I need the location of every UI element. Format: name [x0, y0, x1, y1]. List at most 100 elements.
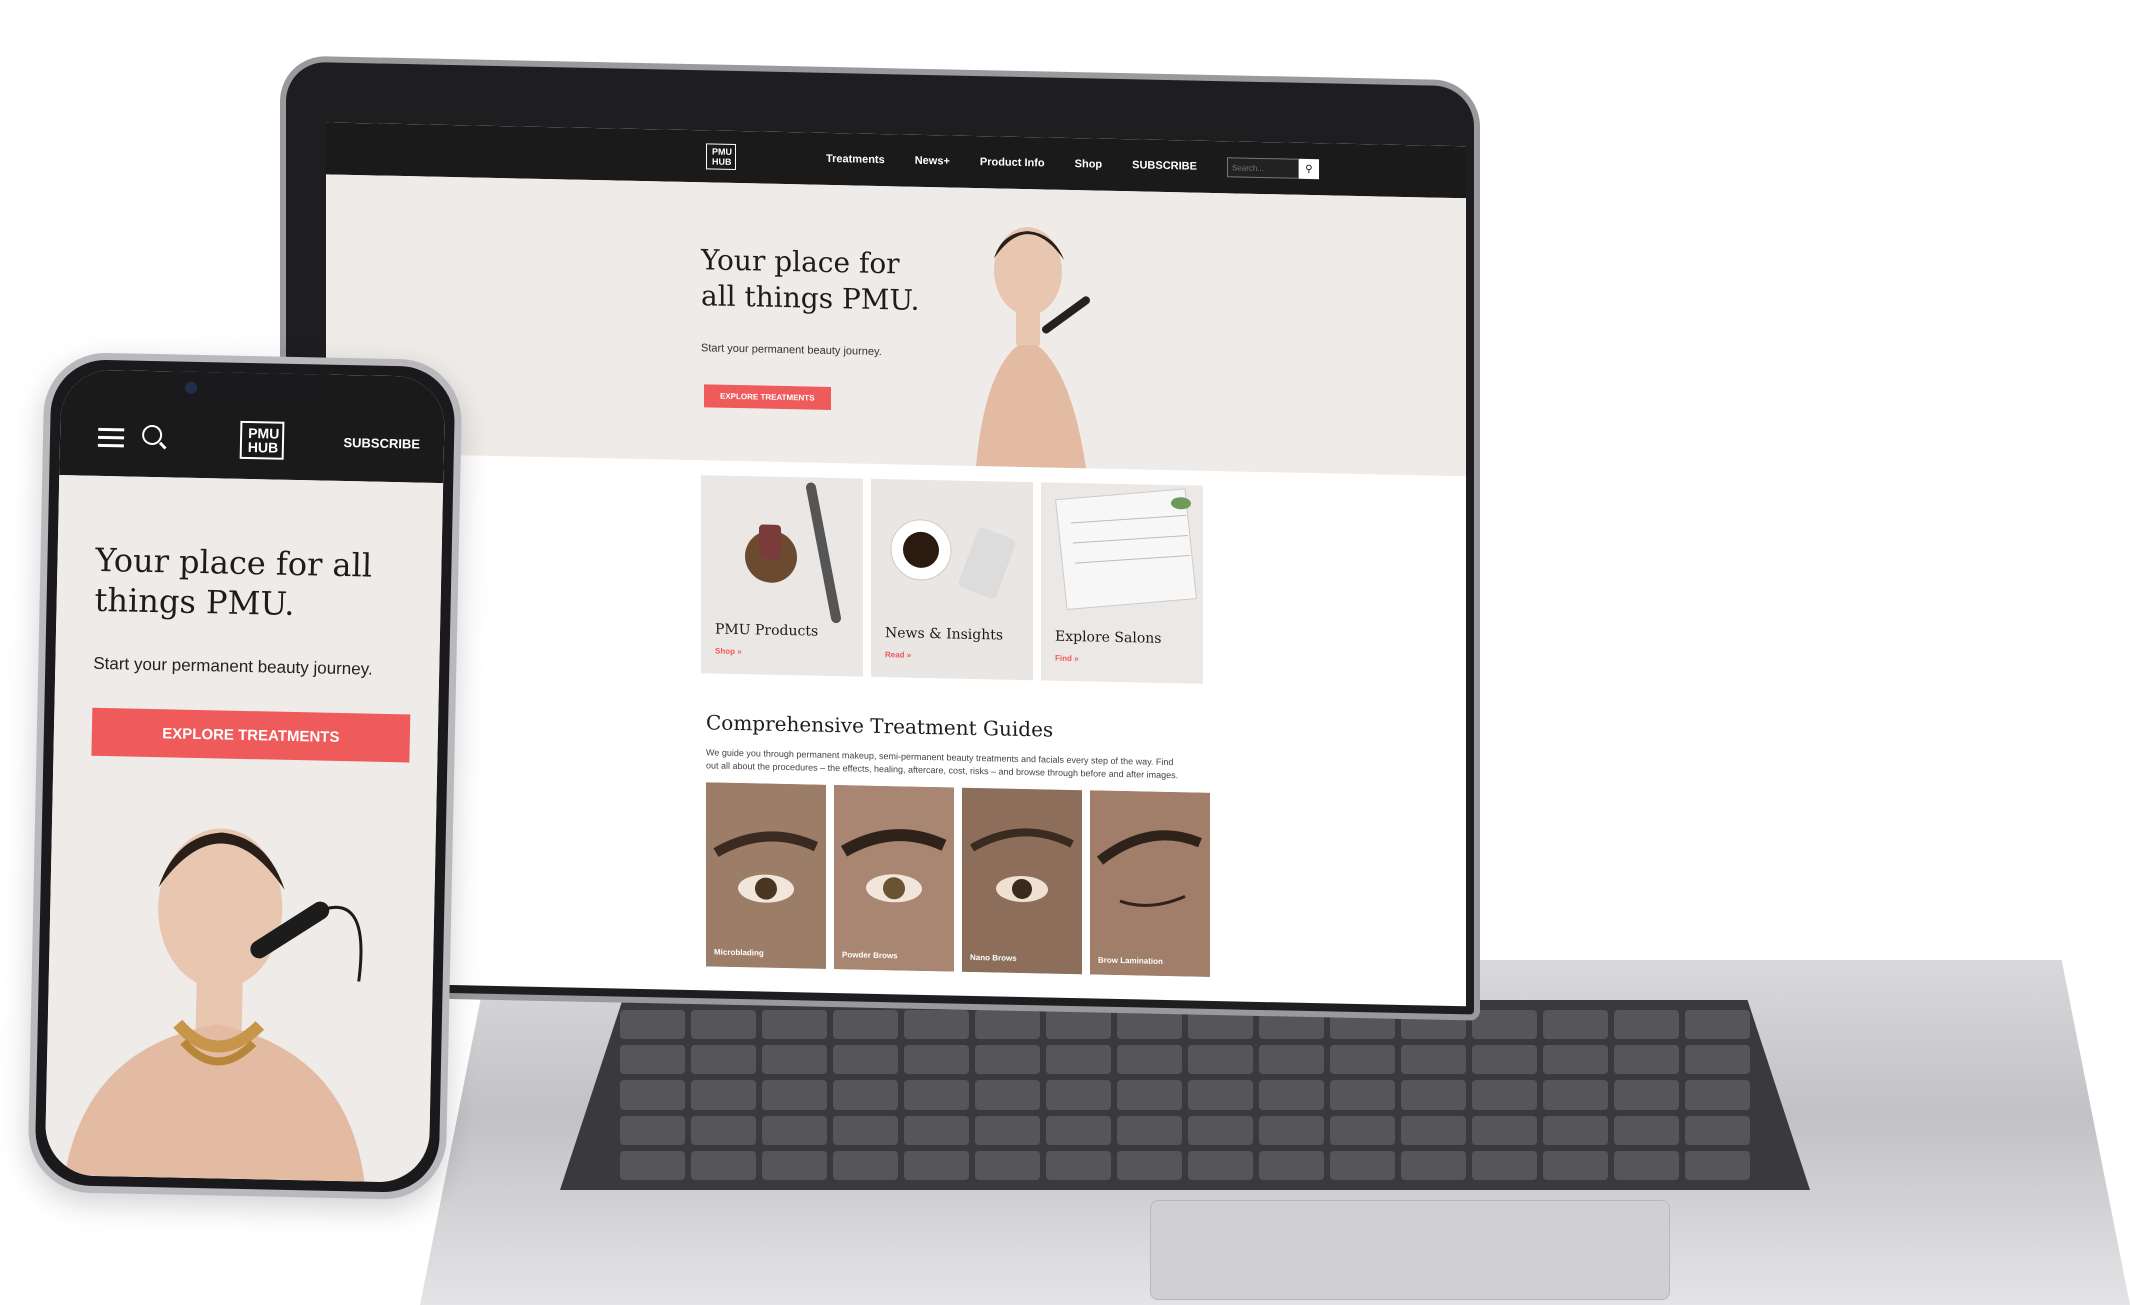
keyboard-key: [833, 1080, 898, 1110]
guide-microblading[interactable]: Microblading: [706, 782, 826, 969]
keyboard-key: [1046, 1150, 1111, 1180]
nav-link-product-info[interactable]: Product Info: [980, 156, 1045, 169]
phone-hero: Your place for all things PMU. Start you…: [44, 475, 444, 1183]
keyboard-key: [1401, 1080, 1466, 1110]
keyboard-key: [1259, 1150, 1324, 1180]
keyboard-key: [1188, 1080, 1253, 1110]
phone-screen: PMU HUB SUBSCRIBE Your place for all thi…: [44, 369, 446, 1183]
keyboard-key: [975, 1045, 1040, 1075]
phone-logo[interactable]: PMU HUB: [239, 420, 285, 460]
keyboard-key: [1472, 1010, 1537, 1040]
laptop-hero-title: Your place for all things PMU.: [701, 243, 920, 317]
keyboard-key: [1614, 1045, 1679, 1075]
keyboard-key: [904, 1045, 969, 1075]
laptop-keyboard: [560, 1000, 1810, 1190]
guide-image: [706, 782, 826, 969]
keyboard-key: [1401, 1115, 1466, 1145]
keyboard-key: [1401, 1150, 1466, 1180]
keyboard-key: [620, 1045, 685, 1075]
guides-title: Comprehensive Treatment Guides: [706, 710, 1054, 742]
hamburger-menu-icon[interactable]: [97, 427, 125, 453]
card-link-read[interactable]: Read »: [885, 650, 911, 660]
keyboard-key: [1046, 1080, 1111, 1110]
guide-label: Brow Lamination: [1098, 955, 1163, 966]
nav-link-subscribe[interactable]: SUBSCRIBE: [1132, 159, 1197, 172]
keyboard-key: [1117, 1115, 1182, 1145]
keyboard-key: [1614, 1115, 1679, 1145]
keyboard-key: [691, 1150, 756, 1180]
keyboard-key: [1117, 1080, 1182, 1110]
nav-link-news[interactable]: News+: [915, 155, 950, 168]
laptop-hero-subtitle: Start your permanent beauty journey.: [701, 342, 882, 359]
keyboard-key: [620, 1115, 685, 1145]
guide-brow-lamination[interactable]: Brow Lamination: [1090, 790, 1210, 977]
keyboard-key: [620, 1150, 685, 1180]
search-icon[interactable]: ⚲: [1298, 158, 1319, 180]
laptop-hero: Your place for all things PMU. Start you…: [326, 174, 1466, 477]
keyboard-key: [1472, 1045, 1537, 1075]
keyboard-key: [1543, 1115, 1608, 1145]
card-explore-salons[interactable]: Explore Salons Find »: [1041, 482, 1203, 684]
laptop-logo[interactable]: PMU HUB: [706, 143, 736, 170]
keyboard-key: [1685, 1010, 1750, 1040]
keyboard-key: [975, 1150, 1040, 1180]
nav-link-treatments[interactable]: Treatments: [826, 153, 885, 166]
guide-powder-brows[interactable]: Powder Brows: [834, 785, 954, 972]
search-icon[interactable]: [141, 424, 163, 446]
keyboard-key: [762, 1115, 827, 1145]
guide-image: [962, 787, 1082, 975]
keyboard-key: [1614, 1010, 1679, 1040]
phone-hero-model-image: [64, 828, 365, 1182]
card-pmu-products[interactable]: PMU Products Shop »: [701, 475, 863, 677]
keyboard-key: [833, 1115, 898, 1145]
laptop-screen: PMU HUB Treatments News+ Product Info Sh…: [326, 122, 1466, 1007]
card-title: PMU Products: [715, 621, 819, 640]
keyboard-key: [762, 1010, 827, 1040]
phone-hero-title: Your place for all things PMU.: [94, 540, 373, 623]
guide-label: Microblading: [714, 947, 764, 958]
laptop-explore-treatments-button[interactable]: EXPLORE TREATMENTS: [704, 384, 831, 410]
laptop-search: ⚲: [1226, 157, 1319, 180]
laptop-trackpad: [1150, 1200, 1670, 1300]
phone-subscribe-link[interactable]: SUBSCRIBE: [343, 435, 420, 452]
laptop-category-cards: PMU Products Shop » News & Insights Read…: [701, 475, 1203, 684]
keyboard-key: [975, 1010, 1040, 1040]
keyboard-key: [1188, 1045, 1253, 1075]
keyboard-key: [1117, 1045, 1182, 1075]
guide-nano-brows[interactable]: Nano Brows: [962, 787, 1082, 975]
phone-frame: PMU HUB SUBSCRIBE Your place for all thi…: [27, 351, 463, 1201]
keyboard-key: [1259, 1045, 1324, 1075]
keyboard-key: [1188, 1150, 1253, 1180]
nav-link-shop[interactable]: Shop: [1075, 158, 1103, 171]
laptop-logo-bottom: HUB: [712, 156, 732, 167]
keyboard-key: [1046, 1045, 1111, 1075]
card-title: Explore Salons: [1055, 628, 1162, 647]
keyboard-key: [1543, 1045, 1608, 1075]
guides-description: We guide you through permanent makeup, s…: [706, 747, 1179, 781]
keyboard-key: [904, 1010, 969, 1040]
keyboard-key: [691, 1115, 756, 1145]
card-link-shop[interactable]: Shop »: [715, 647, 742, 657]
card-news-insights[interactable]: News & Insights Read »: [871, 478, 1033, 681]
keyboard-key: [1685, 1045, 1750, 1075]
keyboard-key: [1472, 1080, 1537, 1110]
keyboard-key: [1259, 1080, 1324, 1110]
keyboard-key: [1685, 1150, 1750, 1180]
guide-label: Nano Brows: [970, 952, 1017, 963]
keyboard-key: [1472, 1150, 1537, 1180]
keyboard-key: [975, 1080, 1040, 1110]
guide-image: [1090, 790, 1210, 977]
phone-hero-subtitle: Start your permanent beauty journey.: [93, 653, 373, 679]
keyboard-key: [904, 1080, 969, 1110]
keyboard-key: [1259, 1115, 1324, 1145]
keyboard-key: [833, 1150, 898, 1180]
phone-explore-treatments-button[interactable]: EXPLORE TREATMENTS: [91, 707, 411, 763]
keyboard-key: [691, 1080, 756, 1110]
keyboard-key: [620, 1080, 685, 1110]
phone-notch: [170, 369, 332, 413]
keyboard-key: [1330, 1080, 1395, 1110]
hero-model-image: [936, 207, 1116, 469]
laptop-search-input[interactable]: [1226, 157, 1299, 179]
card-link-find[interactable]: Find »: [1055, 654, 1079, 663]
keyboard-key: [1046, 1115, 1111, 1145]
